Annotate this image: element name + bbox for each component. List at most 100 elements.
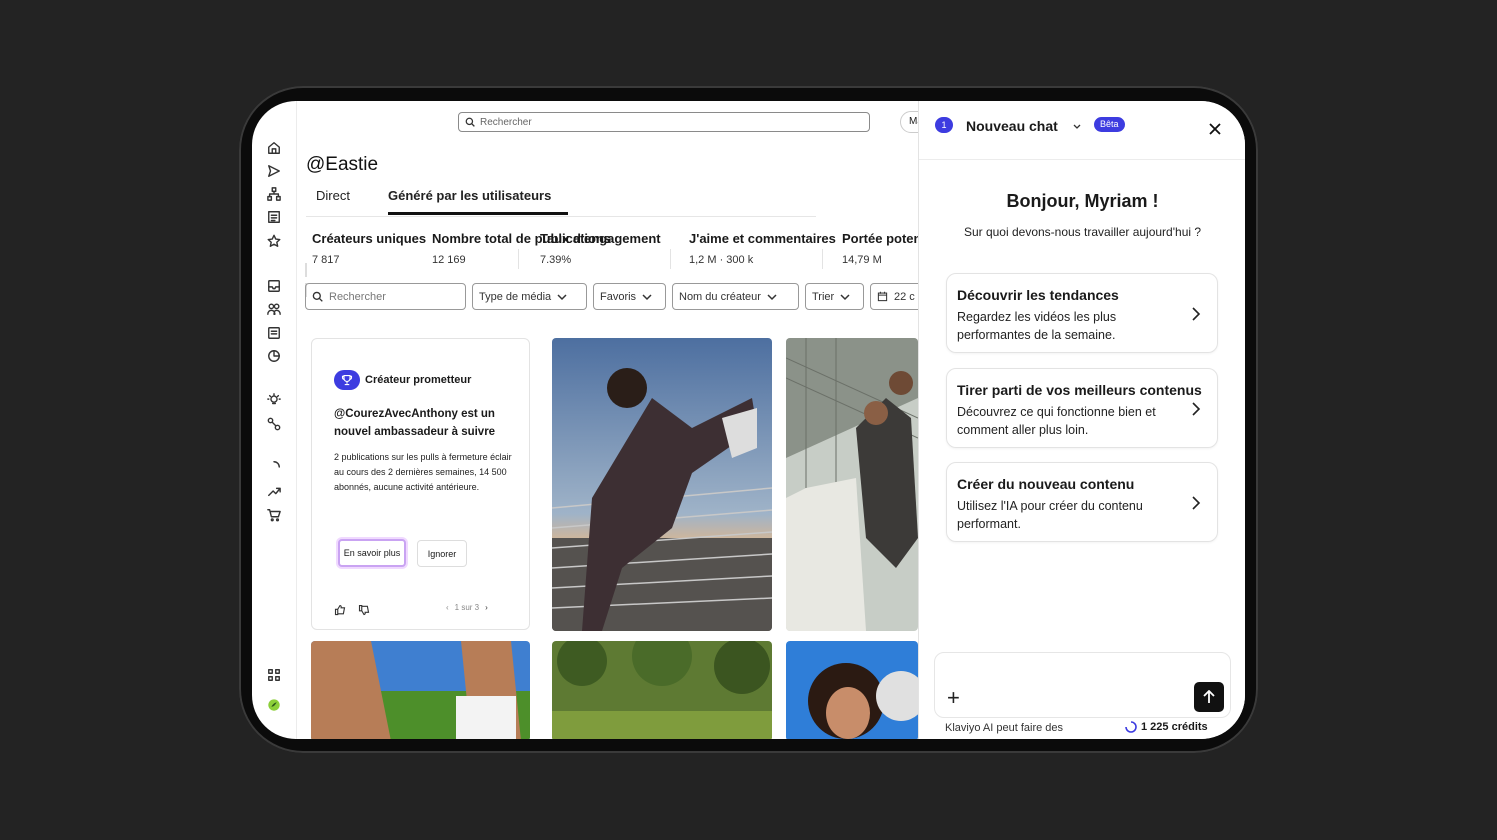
- inbox-icon[interactable]: [266, 278, 282, 294]
- apps-grid-icon[interactable]: [266, 667, 282, 683]
- credits-label: 1 225 crédits: [1141, 721, 1208, 733]
- chat-greeting: Bonjour, Myriam !: [1006, 191, 1159, 211]
- media-type-label: Type de média: [479, 290, 552, 303]
- chevron-down-icon[interactable]: [1072, 121, 1082, 131]
- credits-indicator: 1 225 crédits: [1125, 721, 1208, 733]
- chevron-right-icon: [1192, 402, 1201, 416]
- ugc-photo-forest[interactable]: [552, 641, 772, 739]
- tab-direct[interactable]: Direct: [316, 188, 350, 203]
- chevron-left-icon[interactable]: ‹: [446, 603, 449, 612]
- suggestion-desc: Regardez les vidéos les plus performante…: [957, 310, 1117, 342]
- chat-title[interactable]: Nouveau chat: [966, 118, 1058, 134]
- global-search-input[interactable]: Rechercher: [458, 112, 870, 132]
- ai-chat-panel: 1 Nouveau chat Bêta Bonjour, Myriam ! Su…: [918, 101, 1245, 739]
- search-icon: [312, 291, 323, 302]
- chat-subtitle: Sur quoi devons-nous travailler aujourd'…: [963, 225, 1202, 239]
- suggestion-best-content[interactable]: Tirer parti de vos meilleurs contenus Dé…: [946, 368, 1218, 448]
- creator-insight-card: Créateur prometteur @CourezAvecAnthony e…: [311, 338, 530, 630]
- suggestion-title: Découvrir les tendances: [957, 287, 1119, 303]
- add-attachment-icon[interactable]: +: [947, 687, 960, 709]
- ugc-photo-runner-legs[interactable]: [311, 641, 530, 739]
- suggestion-new-content[interactable]: Créer du nouveau contenu Utilisez l'IA p…: [946, 462, 1218, 542]
- thumbs-up-icon[interactable]: [334, 603, 346, 616]
- global-search-placeholder: Rechercher: [480, 116, 532, 128]
- tab-ugc[interactable]: Généré par les utilisateurs: [388, 188, 551, 203]
- content-search-placeholder: Rechercher: [329, 290, 386, 303]
- chevron-right-icon[interactable]: ›: [485, 603, 488, 612]
- trend-up-icon[interactable]: [266, 483, 282, 499]
- calendar-icon: [877, 291, 888, 302]
- stat-label: Créateurs uniques: [312, 231, 427, 246]
- stat-value: 1,2 M · 300 k: [689, 254, 754, 266]
- chevron-down-icon: [840, 293, 850, 300]
- search-icon: [465, 117, 475, 127]
- analytics-pie-icon[interactable]: [266, 348, 282, 364]
- creator-name-dropdown[interactable]: Nom du créateur: [672, 283, 799, 310]
- send-button[interactable]: [1194, 682, 1224, 712]
- chat-composer-input[interactable]: +: [934, 652, 1231, 718]
- card-body: 2 publications sur les pulls à fermeture…: [334, 452, 512, 492]
- stat-unique-creators: Créateurs uniques 7 817: [312, 231, 426, 266]
- ugc-photo-runners-bridge[interactable]: [786, 338, 918, 631]
- ignore-button[interactable]: Ignorer: [417, 540, 467, 567]
- audience-icon[interactable]: [266, 301, 282, 317]
- favorites-label: Favoris: [600, 290, 637, 303]
- content-search-input[interactable]: Rechercher: [305, 283, 466, 310]
- card-headline: @CourezAvecAnthony est un nouvel ambassa…: [334, 408, 496, 438]
- media-type-dropdown[interactable]: Type de média: [472, 283, 587, 310]
- app-screen: Rechercher Ma @Eastie Direct Généré par …: [252, 101, 1245, 739]
- divider: [822, 249, 823, 269]
- sort-label: Trier: [812, 290, 835, 303]
- date-range-label: 22 c: [894, 290, 915, 303]
- suggestion-desc: Découvrez ce qui fonctionne bien et comm…: [957, 405, 1156, 437]
- arrow-up-icon: [1203, 690, 1215, 703]
- suggestion-title: Tirer parti de vos meilleurs contenus: [957, 382, 1202, 398]
- card-pager: ‹ 1 sur 3 ›: [446, 603, 488, 612]
- active-tab-indicator: [388, 212, 568, 215]
- cart-icon[interactable]: [266, 507, 282, 523]
- learn-more-button[interactable]: En savoir plus: [338, 539, 406, 567]
- integrations-icon[interactable]: [266, 416, 282, 432]
- stat-value: 7.39%: [540, 254, 572, 266]
- sidebar-rail: [252, 101, 297, 739]
- resize-handle[interactable]: [305, 263, 307, 277]
- close-icon[interactable]: [1208, 122, 1222, 136]
- suggestion-trends[interactable]: Découvrir les tendances Regardez les vid…: [946, 273, 1218, 353]
- stat-label: Taux d'engagement: [540, 231, 661, 246]
- trophy-icon: [334, 370, 360, 390]
- stat-value: 7 817: [312, 254, 340, 266]
- divider: [670, 249, 671, 269]
- suggestion-desc: Utilisez l'IA pour créer du contenu perf…: [957, 499, 1143, 531]
- suggestion-title: Créer du nouveau contenu: [957, 476, 1135, 492]
- list-icon[interactable]: [266, 209, 282, 225]
- loading-icon: [266, 459, 282, 475]
- chevron-down-icon: [642, 293, 652, 300]
- flow-icon[interactable]: [266, 186, 282, 202]
- home-icon[interactable]: [266, 140, 282, 156]
- tab-bar: Direct Généré par les utilisateurs: [306, 186, 816, 217]
- loading-icon: [1125, 721, 1137, 733]
- stat-engagement-rate: Taux d'engagement 7.39%: [540, 231, 661, 266]
- ugc-photo-runner-stretch[interactable]: [552, 338, 772, 631]
- stat-likes-comments: J'aime et commentaires 1,2 M · 300 k: [689, 231, 836, 266]
- chevron-down-icon: [767, 293, 777, 300]
- ugc-photo-smiling-runner[interactable]: [786, 641, 918, 739]
- account-avatar[interactable]: [266, 697, 282, 713]
- ai-disclaimer: Klaviyo AI peut faire des: [945, 722, 1064, 734]
- pager-label: 1 sur 3: [454, 603, 480, 612]
- stat-label: J'aime et commentaires: [689, 231, 836, 246]
- star-icon[interactable]: [266, 233, 282, 249]
- chevron-right-icon: [1192, 307, 1201, 321]
- send-icon[interactable]: [266, 163, 282, 179]
- favorites-dropdown[interactable]: Favoris: [593, 283, 666, 310]
- creator-name-label: Nom du créateur: [679, 290, 761, 303]
- beta-badge: Bêta: [1094, 117, 1125, 132]
- lightbulb-icon[interactable]: [266, 392, 282, 408]
- sort-dropdown[interactable]: Trier: [805, 283, 864, 310]
- chat-count-badge: 1: [935, 117, 953, 133]
- page-title: @Eastie: [306, 154, 379, 175]
- divider: [518, 249, 519, 269]
- catalog-icon[interactable]: [266, 325, 282, 341]
- chat-header: 1 Nouveau chat Bêta: [919, 101, 1245, 160]
- thumbs-down-icon[interactable]: [358, 603, 370, 616]
